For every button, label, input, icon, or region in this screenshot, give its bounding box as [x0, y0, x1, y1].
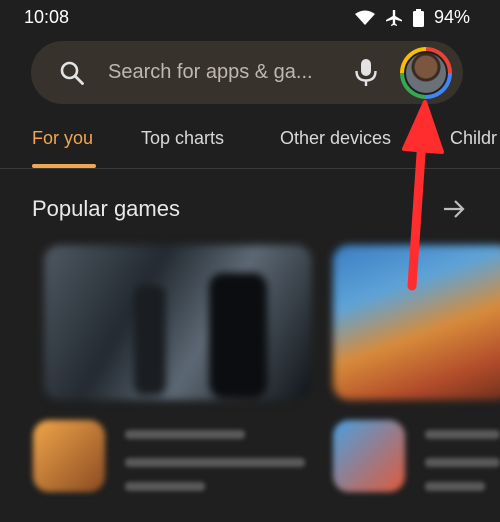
game-app-icon[interactable] — [333, 420, 405, 492]
account-avatar-button[interactable] — [400, 47, 452, 99]
game-card-image[interactable] — [333, 245, 500, 400]
card-figure — [134, 285, 166, 395]
blurred-game-meta — [425, 482, 485, 491]
section-title: Popular games — [32, 196, 180, 221]
status-time: 10:08 — [24, 7, 70, 27]
search-icon — [60, 61, 84, 85]
tab-for-you[interactable]: For you — [32, 128, 93, 149]
game-app-icon[interactable] — [33, 420, 105, 492]
wifi-icon — [354, 10, 375, 25]
tab-top-charts[interactable]: Top charts — [141, 128, 224, 149]
tab-other-devices[interactable]: Other devices — [280, 128, 391, 149]
blurred-game-subtitle — [125, 458, 305, 467]
search-bar[interactable]: Search for apps & ga... — [31, 41, 463, 104]
blurred-game-title — [425, 430, 500, 439]
status-icons: 94% — [354, 7, 470, 28]
arrow-right-icon[interactable] — [442, 197, 466, 221]
avatar — [404, 51, 448, 95]
status-bar: 10:08 94% — [0, 0, 500, 34]
blurred-game-subtitle — [425, 458, 500, 467]
battery-icon — [412, 8, 424, 27]
search-input[interactable]: Search for apps & ga... — [108, 61, 313, 84]
tab-children[interactable]: Childr — [450, 128, 497, 149]
blurred-game-meta — [125, 482, 205, 491]
game-card-image[interactable] — [44, 245, 312, 400]
battery-percentage: 94% — [433, 7, 470, 27]
blurred-game-title — [125, 430, 245, 439]
airplane-icon — [385, 9, 402, 26]
microphone-icon[interactable] — [353, 58, 379, 88]
category-tabs: For you Top charts Other devices Childr — [0, 116, 500, 168]
tabs-divider — [0, 168, 500, 169]
card-figure — [209, 273, 267, 398]
